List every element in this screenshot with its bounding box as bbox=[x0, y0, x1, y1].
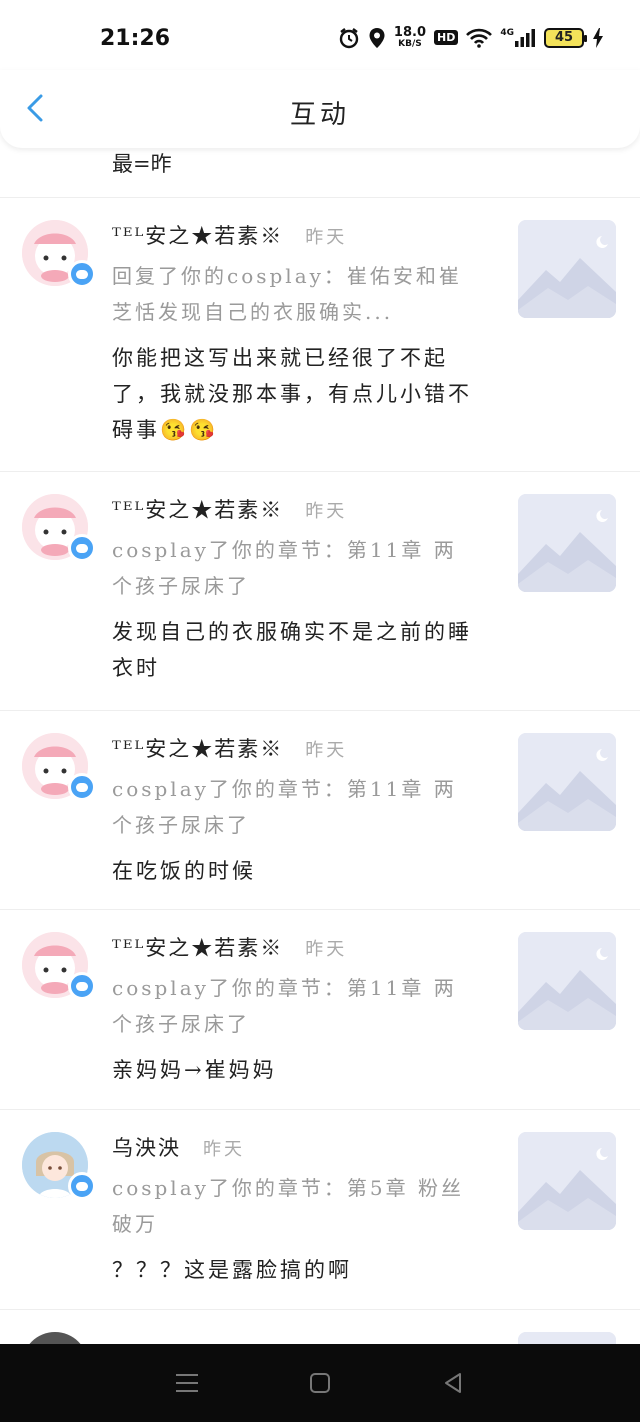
signal-icon: 4G bbox=[500, 28, 536, 48]
back-nav-button[interactable] bbox=[438, 1368, 468, 1398]
list-item[interactable]: 乌泱泱 昨天 cosplay了你的章节：第5章 粉丝破万 ？？？这是露脸搞的啊 bbox=[0, 1110, 640, 1310]
menu-icon bbox=[175, 1374, 198, 1392]
reference-text: cosplay了你的章节：第5章 粉丝破万 bbox=[112, 1176, 465, 1236]
list-item-partial[interactable]: 最=昨 bbox=[0, 140, 640, 198]
item-meta: ᵀᴱᴸ安之★若素※ 昨天 bbox=[112, 932, 347, 962]
list-item[interactable]: ᵀᴱᴸ安之★若素※ 昨天 cosplay了你的章节：第11章 两个孩子尿床了 发… bbox=[0, 472, 640, 711]
page-title: 互动 bbox=[289, 100, 350, 130]
placeholder-mountain-icon bbox=[518, 494, 616, 592]
comment-text: 在吃饭的时候 bbox=[112, 859, 256, 883]
location-icon bbox=[368, 27, 386, 49]
comment-text: ？？？这是露脸搞的啊 bbox=[112, 1258, 352, 1282]
timestamp: 昨天 bbox=[203, 1139, 245, 1160]
item-meta: ᵀᴱᴸ安之★若素※ 昨天 bbox=[112, 733, 347, 763]
charging-icon bbox=[592, 27, 604, 49]
battery-icon: 45 bbox=[544, 27, 587, 48]
home-square-icon bbox=[309, 1373, 330, 1393]
placeholder-mountain-icon bbox=[518, 733, 616, 831]
chapter-thumbnail[interactable] bbox=[518, 932, 616, 1030]
status-time: 21:26 bbox=[100, 26, 171, 51]
chapter-thumbnail[interactable] bbox=[518, 494, 616, 592]
home-button[interactable] bbox=[305, 1368, 335, 1398]
placeholder-mountain-icon bbox=[518, 220, 616, 318]
reference-text: 回复了你的cosplay：崔佑安和崔芝恬发现自己的衣服确实... bbox=[112, 264, 462, 324]
username[interactable]: ᵀᴱᴸ安之★若素※ bbox=[112, 932, 283, 962]
menu-button[interactable] bbox=[172, 1368, 202, 1398]
comment-badge-icon bbox=[68, 773, 96, 801]
placeholder-mountain-icon bbox=[518, 932, 616, 1030]
partial-item-text: 最=昨 bbox=[112, 152, 172, 176]
comment-badge-icon bbox=[68, 260, 96, 288]
reference-text: cosplay了你的章节：第11章 两个孩子尿床了 bbox=[112, 976, 457, 1036]
reference-text: cosplay了你的章节：第11章 两个孩子尿床了 bbox=[112, 538, 457, 598]
chapter-thumbnail[interactable] bbox=[518, 1132, 616, 1230]
username[interactable]: 乌泱泱 bbox=[112, 1132, 181, 1162]
list-item[interactable]: ᵀᴱᴸ安之★若素※ 昨天 cosplay了你的章节：第11章 两个孩子尿床了 亲… bbox=[0, 910, 640, 1110]
hd-icon: HD bbox=[434, 30, 459, 45]
timestamp: 昨天 bbox=[305, 227, 348, 248]
alarm-icon bbox=[338, 27, 360, 49]
comment-badge-icon bbox=[68, 1172, 96, 1200]
back-triangle-icon bbox=[445, 1373, 462, 1393]
username[interactable]: ᵀᴱᴸ安之★若素※ bbox=[112, 220, 283, 250]
list-item[interactable]: ᵀᴱᴸ安之★若素※ 昨天 cosplay了你的章节：第11章 两个孩子尿床了 在… bbox=[0, 711, 640, 910]
chapter-thumbnail[interactable] bbox=[518, 220, 616, 318]
item-meta: ᵀᴱᴸ安之★若素※ 昨天 bbox=[112, 220, 347, 250]
username[interactable]: ᵀᴱᴸ安之★若素※ bbox=[112, 733, 283, 763]
chapter-thumbnail[interactable] bbox=[518, 733, 616, 831]
comment-text: 发现自己的衣服确实不是之前的睡衣时 bbox=[112, 620, 472, 680]
wifi-icon bbox=[466, 28, 493, 48]
interaction-list: ᵀᴱᴸ安之★若素※ 昨天 回复了你的cosplay：崔佑安和崔芝恬发现自己的衣服… bbox=[0, 198, 640, 1422]
reference-text: cosplay了你的章节：第11章 两个孩子尿床了 bbox=[112, 777, 457, 837]
username[interactable]: ᵀᴱᴸ安之★若素※ bbox=[112, 494, 283, 524]
placeholder-mountain-icon bbox=[518, 1132, 616, 1230]
system-nav-bar bbox=[0, 1344, 640, 1422]
timestamp: 昨天 bbox=[305, 939, 348, 960]
header: 互动 bbox=[0, 70, 640, 148]
comment-badge-icon bbox=[68, 972, 96, 1000]
list-item[interactable]: ᵀᴱᴸ安之★若素※ 昨天 回复了你的cosplay：崔佑安和崔芝恬发现自己的衣服… bbox=[0, 198, 640, 472]
timestamp: 昨天 bbox=[305, 501, 348, 522]
timestamp: 昨天 bbox=[305, 740, 348, 761]
comment-text: 你能把这写出来就已经很了不起了，我就没那本事，有点儿小错不碍事😘😘 bbox=[112, 346, 472, 442]
item-meta: 乌泱泱 昨天 bbox=[112, 1132, 245, 1162]
status-icons: 18.0 KB/S HD 4G 45 bbox=[338, 26, 604, 49]
comment-badge-icon bbox=[68, 534, 96, 562]
comment-text: 亲妈妈→崔妈妈 bbox=[112, 1058, 277, 1082]
item-meta: ᵀᴱᴸ安之★若素※ 昨天 bbox=[112, 494, 347, 524]
net-speed: 18.0 KB/S bbox=[393, 25, 426, 49]
